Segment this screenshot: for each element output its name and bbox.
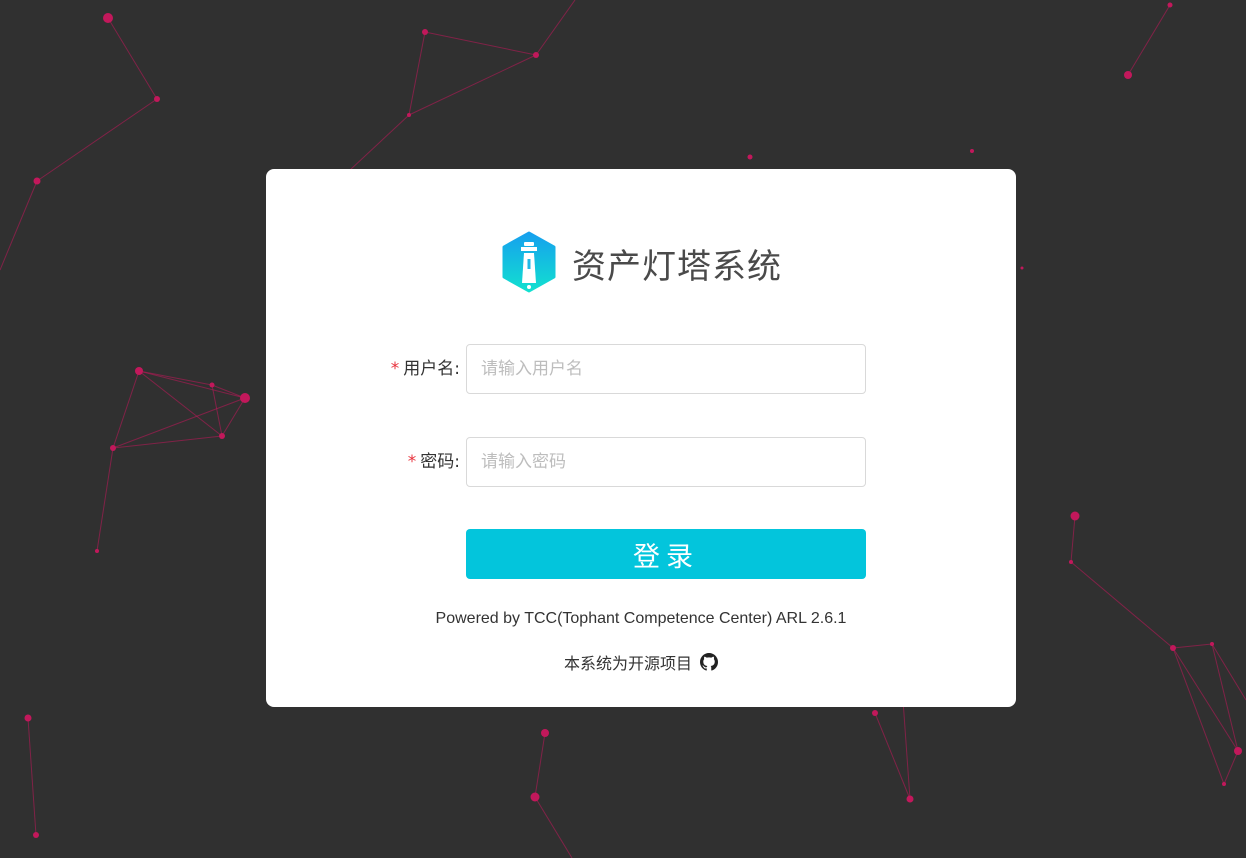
network-line: [1070, 515, 1076, 563]
network-node: [1167, 2, 1173, 8]
network-node: [219, 433, 225, 439]
network-node: [1222, 782, 1226, 786]
network-node: [33, 832, 39, 838]
network-line: [36, 98, 158, 182]
network-node: [1170, 645, 1176, 651]
network-node: [1210, 642, 1214, 646]
network-line: [1223, 750, 1239, 785]
network-node: [95, 549, 99, 553]
username-label: * 用户名:: [391, 344, 460, 394]
username-row: * 用户名:: [266, 344, 1016, 394]
network-line: [408, 31, 426, 116]
login-card: 资产灯塔系统 *用户名: *密码: 登录 Powered by TCC(Toph…: [266, 169, 1016, 707]
network-line: [349, 114, 410, 171]
network-node: [541, 729, 549, 737]
network-line: [1211, 643, 1246, 701]
network-node: [24, 714, 32, 722]
network-line: [211, 384, 223, 437]
network-line: [1211, 643, 1239, 752]
network-node: [135, 367, 143, 375]
network-node: [1234, 747, 1242, 755]
lighthouse-icon: [502, 231, 556, 293]
powered-by-text: Powered by TCC(Tophant Competence Center…: [435, 610, 847, 627]
network-node: [407, 113, 411, 117]
network-line: [221, 397, 246, 437]
network-node: [747, 154, 753, 160]
network-line: [96, 447, 114, 552]
logo-row: 资产灯塔系统: [266, 231, 1016, 295]
network-node: [422, 29, 428, 35]
network-line: [408, 54, 537, 116]
network-node: [1069, 560, 1073, 564]
required-mark: *: [407, 452, 417, 472]
network-line: [138, 370, 246, 399]
network-line: [1127, 4, 1171, 76]
network-line: [424, 31, 537, 56]
network-node: [1070, 511, 1080, 521]
required-mark: *: [390, 359, 400, 379]
network-line: [138, 370, 213, 386]
network-line: [138, 370, 223, 437]
network-node: [872, 710, 878, 716]
open-source-link[interactable]: 本系统为开源项目: [564, 650, 718, 674]
network-node: [110, 445, 116, 451]
open-source-note: 本系统为开源项目: [266, 650, 1016, 674]
network-node: [1020, 266, 1024, 270]
network-line: [0, 180, 38, 271]
network-line: [211, 384, 246, 399]
network-node: [1124, 71, 1132, 79]
network-line: [534, 732, 546, 798]
github-icon: [700, 653, 718, 671]
password-row: * 密码:: [266, 437, 1016, 487]
network-node: [530, 792, 540, 802]
network-node: [33, 177, 41, 185]
network-line: [27, 717, 37, 836]
app-title: 资产灯塔系统: [572, 246, 782, 287]
password-label-text: 密码:: [420, 452, 460, 472]
login-button[interactable]: 登录: [466, 529, 866, 579]
network-node: [209, 382, 215, 388]
network-node: [906, 795, 914, 803]
network-line: [535, 0, 576, 56]
network-node: [970, 149, 974, 153]
network-node: [154, 96, 160, 102]
username-input[interactable]: [466, 344, 866, 394]
network-line: [1172, 643, 1213, 649]
open-source-text: 本系统为开源项目: [563, 654, 692, 673]
network-node: [240, 393, 250, 403]
network-line: [112, 370, 140, 449]
network-node: [103, 13, 113, 23]
network-line: [1070, 561, 1174, 649]
network-line: [534, 796, 573, 858]
password-input[interactable]: [466, 437, 866, 487]
network-line: [107, 17, 158, 100]
network-node: [533, 52, 539, 58]
username-label-text: 用户名:: [403, 359, 460, 379]
password-label: * 密码:: [408, 437, 460, 487]
